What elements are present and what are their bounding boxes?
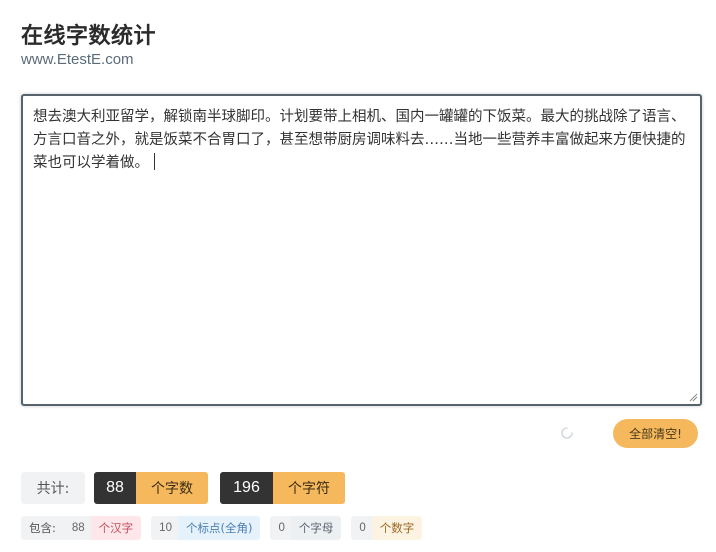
symbol-count-value: 196 [220, 472, 273, 504]
spinner-icon [561, 427, 573, 439]
letter-stat: 0 个字母 [270, 516, 342, 540]
hanzi-count: 88 [63, 516, 91, 540]
site-url: www.EtestE.com [21, 51, 134, 68]
summary-row: 共计: 88 个字数 196 个字符 [21, 472, 345, 504]
page-title: 在线字数统计 [21, 24, 157, 49]
digit-stat: 0 个数字 [351, 516, 423, 540]
editor-content[interactable]: 想去澳大利亚留学，解锁南半球脚印。计划要带上相机、国内一罐罐的下饭菜。最大的挑战… [33, 106, 690, 175]
punct-unit: 个标点(全角) [177, 516, 261, 540]
digit-count: 0 [351, 516, 372, 540]
hanzi-stat: 包含: 88 个汉字 [21, 516, 142, 540]
letter-count: 0 [270, 516, 291, 540]
text-input-area[interactable]: 想去澳大利亚留学，解锁南半球脚印。计划要带上相机、国内一罐罐的下饭菜。最大的挑战… [21, 94, 702, 406]
detail-row: 包含: 88 个汉字 10 个标点(全角) 0 个字母 0 个数字 [21, 516, 432, 540]
digit-unit: 个数字 [371, 516, 423, 540]
detail-label: 包含: [21, 516, 64, 540]
char-count-value: 88 [94, 472, 136, 504]
char-count-unit: 个字数 [136, 472, 208, 504]
letter-unit: 个字母 [290, 516, 342, 540]
symbol-count-badge: 196 个字符 [220, 472, 345, 504]
editor-text: 想去澳大利亚留学，解锁南半球脚印。计划要带上相机、国内一罐罐的下饭菜。最大的挑战… [33, 109, 686, 171]
clear-all-button[interactable]: 全部清空! [613, 419, 698, 448]
symbol-count-unit: 个字符 [273, 472, 345, 504]
punct-count: 10 [151, 516, 178, 540]
char-count-badge: 88 个字数 [94, 472, 208, 504]
hanzi-unit: 个汉字 [90, 516, 142, 540]
summary-label: 共计: [21, 472, 85, 504]
text-caret [154, 153, 155, 170]
punct-stat: 10 个标点(全角) [151, 516, 261, 540]
resize-grip-icon[interactable] [689, 393, 698, 402]
